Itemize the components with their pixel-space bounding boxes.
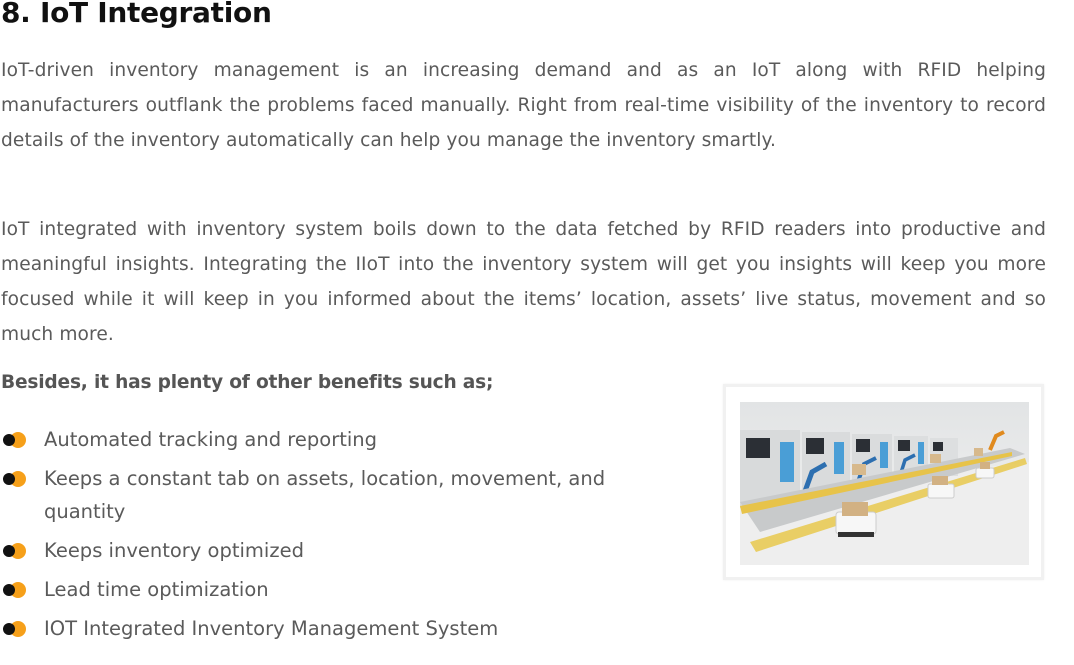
bullet-icon bbox=[3, 582, 26, 598]
bullet-icon bbox=[3, 471, 26, 487]
list-item-label: Keeps a constant tab on assets, location… bbox=[44, 467, 606, 523]
details-paragraph: IoT integrated with inventory system boi… bbox=[1, 219, 1046, 345]
benefits-title: Besides, it has plenty of other benefits… bbox=[1, 372, 494, 393]
bullet-icon bbox=[3, 621, 26, 637]
list-item: Keeps inventory optimized bbox=[0, 534, 680, 567]
section-heading: 8. IoT Integration bbox=[1, 0, 272, 29]
list-item-label: Lead time optimization bbox=[44, 578, 269, 601]
benefits-list: Automated tracking and reporting Keeps a… bbox=[0, 423, 680, 651]
list-item-label: IOT Integrated Inventory Management Syst… bbox=[44, 617, 499, 640]
list-item-label: Automated tracking and reporting bbox=[44, 428, 378, 451]
bullet-icon bbox=[3, 432, 26, 448]
list-item: Automated tracking and reporting bbox=[0, 423, 680, 456]
intro-paragraph: IoT-driven inventory management is an in… bbox=[1, 60, 1046, 151]
bullet-icon bbox=[3, 543, 26, 559]
list-item: Lead time optimization bbox=[0, 573, 680, 606]
list-item-label: Keeps inventory optimized bbox=[44, 539, 304, 562]
list-item: Keeps a constant tab on assets, location… bbox=[0, 462, 684, 528]
list-item: IOT Integrated Inventory Management Syst… bbox=[0, 612, 680, 645]
factory-automation-photo bbox=[740, 402, 1029, 565]
image-frame bbox=[723, 384, 1044, 580]
